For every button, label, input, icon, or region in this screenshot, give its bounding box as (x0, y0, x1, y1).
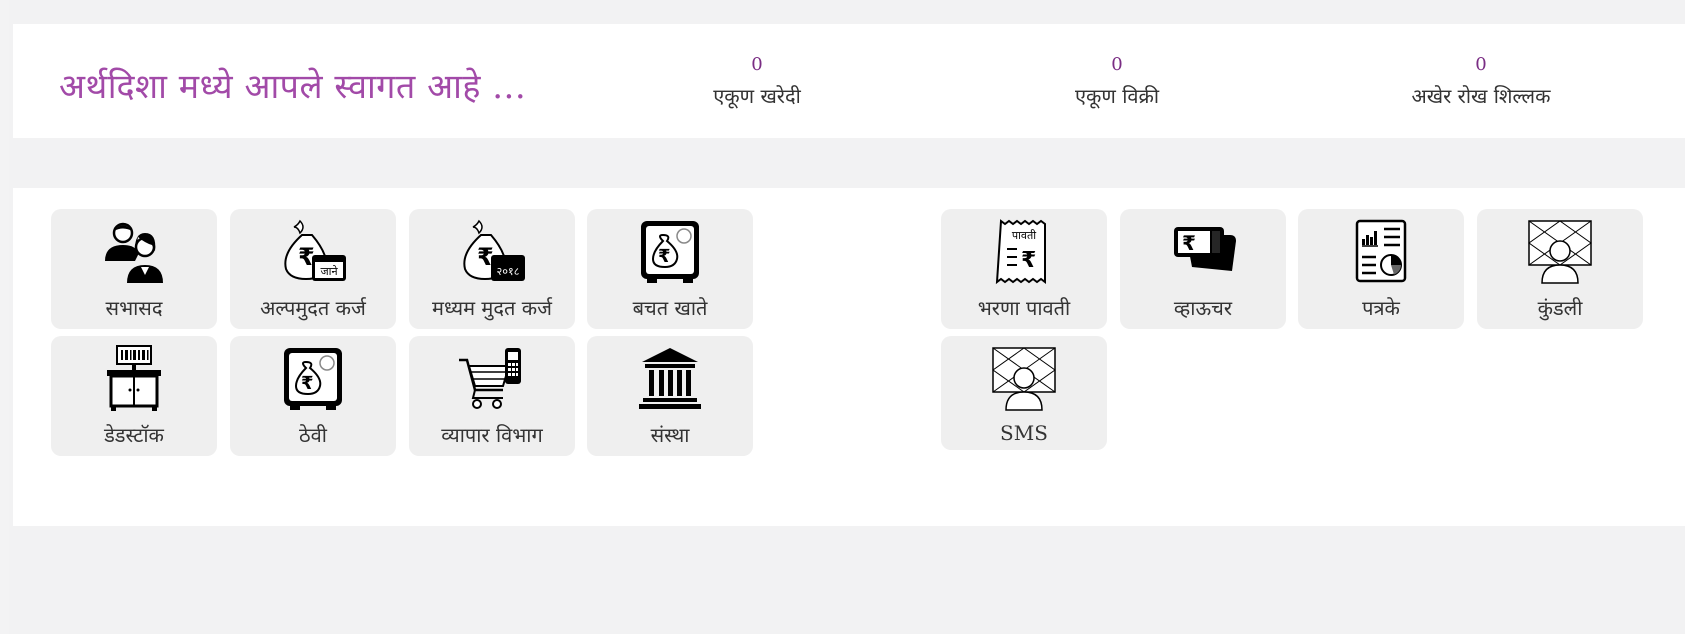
cash-icon: ₹ (1168, 217, 1238, 285)
tile-label: SMS (1000, 421, 1048, 445)
tile-sabhasad[interactable]: सभासद (51, 209, 217, 329)
stat-value: 0 (1111, 54, 1123, 75)
receipt-icon: पावती ₹ (989, 217, 1059, 285)
calendar-badge: जाने (320, 265, 338, 278)
stat-closing-cash-balance: 0 अखेर रोख शिल्लक (1371, 54, 1591, 109)
members-icon (99, 217, 169, 285)
tile-label: अल्पमुदत कर्ज (260, 296, 366, 320)
svg-text:₹: ₹ (301, 373, 314, 394)
tile-label: संस्था (650, 423, 690, 447)
stat-value: 0 (751, 54, 763, 75)
tile-patrake[interactable]: पत्रके (1298, 209, 1464, 329)
report-icon (1346, 217, 1416, 285)
welcome-title: अर्थदिशा मध्ये आपले स्वागत आहे ... (59, 67, 527, 107)
tile-kundali[interactable]: कुंडली (1477, 209, 1643, 329)
svg-text:₹: ₹ (1182, 231, 1196, 255)
tile-label: मध्यम मुदत कर्ज (432, 296, 552, 320)
tile-thevi[interactable]: ₹ ठेवी (230, 336, 396, 456)
stat-label: एकूण विक्री (1074, 84, 1160, 108)
bank-icon (635, 344, 705, 412)
tile-deadstock[interactable]: डेडस्टॉक (51, 336, 217, 456)
modules-panel: सभासद ₹ जाने अल्पमुदत कर्ज ₹ २०१८ मध्यम … (13, 188, 1685, 526)
profile-grid-icon (989, 344, 1059, 412)
stat-label: अखेर रोख शिल्लक (1411, 84, 1551, 108)
safe-icon: ₹ (278, 344, 348, 412)
receipt-title: पावती (1012, 229, 1036, 242)
tile-label: सभासद (105, 296, 163, 320)
profile-grid-icon (1525, 217, 1595, 285)
tile-bachat-khate[interactable]: ₹ बचत खाते (587, 209, 753, 329)
tile-label: डेडस्टॉक (104, 423, 164, 447)
safe-icon: ₹ (635, 217, 705, 285)
tile-label: भरणा पावती (977, 296, 1071, 320)
tile-sms[interactable]: SMS (941, 336, 1107, 450)
money-bag-calendar-icon: ₹ जाने (278, 217, 348, 285)
svg-text:₹: ₹ (1021, 248, 1036, 273)
stat-label: एकूण खरेदी (713, 84, 801, 108)
tile-label: व्यापार विभाग (441, 423, 543, 447)
tile-label: पत्रके (1362, 296, 1400, 320)
tile-label: बचत खाते (632, 296, 708, 320)
stat-value: 0 (1475, 54, 1487, 75)
tile-vyapar-vibhag[interactable]: व्यापार विभाग (409, 336, 575, 456)
cart-pos-icon (457, 344, 527, 412)
tile-madhyam-mudat-karj[interactable]: ₹ २०१८ मध्यम मुदत कर्ज (409, 209, 575, 329)
tile-voucher[interactable]: ₹ व्हाऊचर (1120, 209, 1286, 329)
tile-bharna-pavti[interactable]: पावती ₹ भरणा पावती (941, 209, 1107, 329)
stat-total-purchase: 0 एकूण खरेदी (647, 54, 867, 109)
tile-label: व्हाऊचर (1173, 296, 1233, 320)
tile-label: कुंडली (1537, 296, 1583, 320)
cabinet-barcode-icon (99, 344, 169, 412)
money-bag-calendar-icon: ₹ २०१८ (457, 217, 527, 285)
svg-text:₹: ₹ (658, 246, 671, 267)
stat-total-sales: 0 एकूण विक्री (1007, 54, 1227, 109)
dashboard-header: अर्थदिशा मध्ये आपले स्वागत आहे ... 0 एकू… (13, 24, 1685, 138)
tile-label: ठेवी (299, 423, 327, 447)
calendar-badge: २०१८ (497, 265, 520, 278)
tile-alpmudat-karj[interactable]: ₹ जाने अल्पमुदत कर्ज (230, 209, 396, 329)
tile-sanstha[interactable]: संस्था (587, 336, 753, 456)
